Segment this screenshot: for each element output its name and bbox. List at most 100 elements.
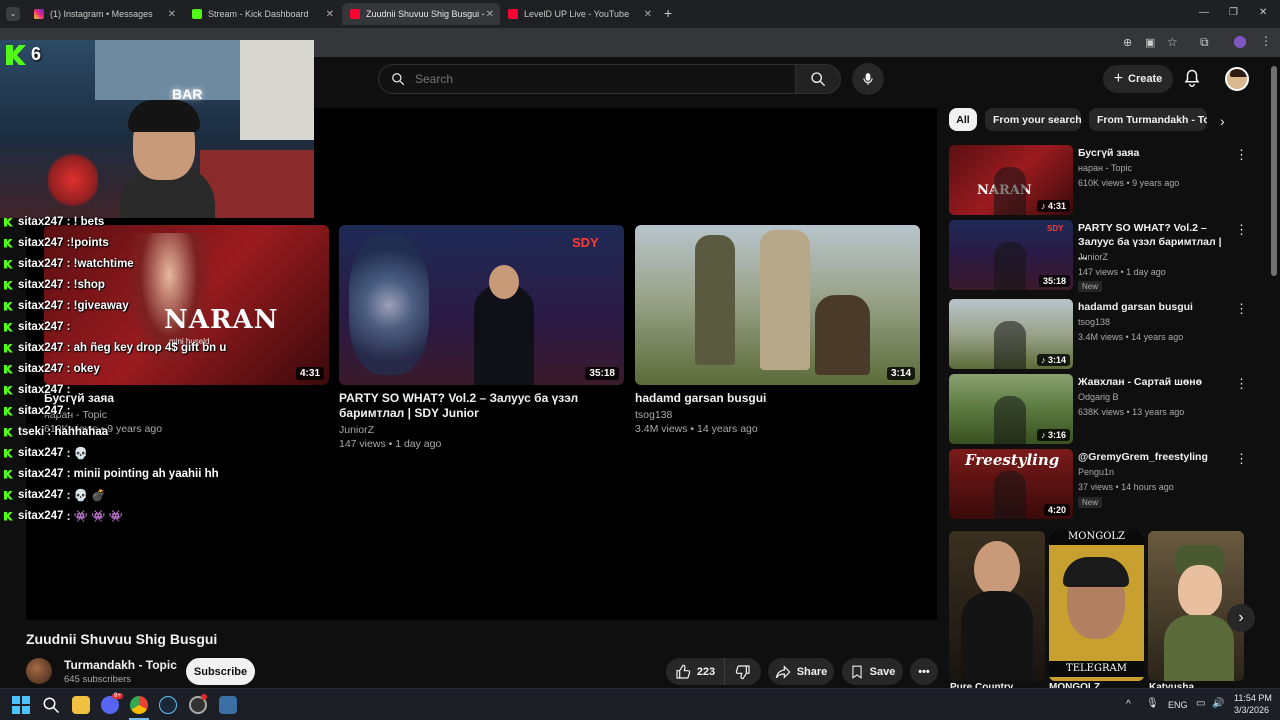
recommendation-title[interactable]: Жавхлан - Сартай шөнө xyxy=(1078,375,1228,389)
chat-username: sitax247 xyxy=(18,447,64,459)
recommendation-title[interactable]: hadamd garsan busgui xyxy=(1078,300,1228,314)
close-icon[interactable]: ✕ xyxy=(168,9,176,20)
channel-avatar[interactable] xyxy=(26,658,52,684)
tab-kick-dashboard[interactable]: Stream - Kick Dashboard ✕ xyxy=(184,3,340,25)
volume-icon[interactable]: 🔊 xyxy=(1212,698,1224,709)
short-face xyxy=(1178,565,1222,617)
channel-name[interactable]: Turmandakh - Topic xyxy=(64,658,177,672)
profile-icon[interactable] xyxy=(1234,36,1246,48)
menu-icon[interactable]: ⋮ xyxy=(1260,34,1272,48)
video-thumbnail[interactable]: NARAN♪ 4:31 xyxy=(949,145,1073,215)
more-vertical-icon[interactable]: ⋮ xyxy=(1235,301,1248,317)
recommendation-title[interactable]: @GremyGrem_freestyling xyxy=(1078,450,1228,464)
endscreen-title[interactable]: Бусгүй заяа xyxy=(44,391,329,406)
more-vertical-icon[interactable]: ⋮ xyxy=(1235,147,1248,163)
kick-badge-icon xyxy=(4,343,13,353)
page-scrollbar[interactable] xyxy=(1271,66,1277,276)
windows-start-icon[interactable] xyxy=(12,696,30,714)
video-thumbnail[interactable]: SDY 35:18 xyxy=(949,220,1073,290)
recommendation-item[interactable]: NARAN♪ 4:31 Бусгүй заяа наран - Topic 610K … xyxy=(949,145,1249,215)
endscreen-title[interactable]: hadamd garsan busgui xyxy=(635,391,920,406)
endscreen-video-2[interactable]: SDY 35:18 xyxy=(339,225,624,385)
tab-title: Zuudnii Shuvuu Shig Busgui - Y xyxy=(366,9,484,19)
new-tab-button[interactable]: + xyxy=(664,5,672,21)
app-icon[interactable] xyxy=(219,696,237,714)
video-thumbnail[interactable]: Freestyling 4:20 xyxy=(949,449,1073,519)
chip-from-your-search[interactable]: From your search xyxy=(985,108,1081,131)
chip-from-channel[interactable]: From Turmandakh - Top xyxy=(1089,108,1207,131)
chat-text: : minii pointing ah yaahii hh xyxy=(63,468,219,480)
close-icon[interactable]: ✕ xyxy=(326,9,334,20)
video-thumbnail[interactable]: ♪ 3:16 xyxy=(949,374,1073,444)
bookmark-star-icon[interactable]: ☆ xyxy=(1167,35,1178,49)
tab-title: LevelD UP Live - YouTube xyxy=(524,9,630,19)
chat-text: : xyxy=(63,405,74,417)
chat-text: :!points xyxy=(63,237,109,249)
cast-icon[interactable]: ▣ xyxy=(1145,36,1155,49)
chat-text: : !watchtime xyxy=(63,258,134,270)
search-icon[interactable] xyxy=(42,696,60,714)
steam-icon[interactable] xyxy=(159,696,177,714)
chrome-icon[interactable] xyxy=(130,696,148,714)
chat-message: sitax247 : okey xyxy=(4,360,100,378)
search-box[interactable] xyxy=(378,64,795,94)
tab-youtube-video[interactable]: Zuudnii Shuvuu Shig Busgui - Y ✕ xyxy=(342,3,500,25)
close-icon[interactable]: ✕ xyxy=(644,9,652,20)
recommendation-item[interactable]: Freestyling 4:20 @GremyGrem_freestyling Pen… xyxy=(949,449,1249,519)
create-button[interactable]: + Create xyxy=(1103,65,1173,93)
short-card-2[interactable]: MONGOLZ TELEGRAM xyxy=(1049,531,1144,681)
microphone-icon[interactable]: 🎙 xyxy=(1146,698,1159,709)
create-label: Create xyxy=(1128,73,1163,85)
clock-date[interactable]: 3/3/2026 xyxy=(1234,705,1269,715)
close-icon[interactable]: ✕ xyxy=(486,9,494,20)
short-body xyxy=(961,591,1033,681)
tab-instagram[interactable]: (1) Instagram • Messages ✕ xyxy=(26,3,182,25)
short-card-1[interactable] xyxy=(949,531,1045,681)
save-button[interactable]: Save xyxy=(842,658,903,685)
short-card-3[interactable] xyxy=(1148,531,1244,681)
chip-all[interactable]: All xyxy=(949,108,977,131)
recommendation-title[interactable]: Бусгүй заяа xyxy=(1078,146,1228,160)
chat-text: : xyxy=(63,384,74,396)
account-avatar[interactable] xyxy=(1225,67,1249,91)
shorts-next-button[interactable]: › xyxy=(1227,604,1255,632)
language-indicator[interactable]: ENG xyxy=(1168,700,1188,710)
more-vertical-icon[interactable]: ⋮ xyxy=(1235,222,1248,238)
chevron-right-icon[interactable]: › xyxy=(1220,113,1225,129)
recommendation-item[interactable]: ♪ 3:16 Жавхлан - Сартай шөнө Odgarig B 638K… xyxy=(949,374,1249,444)
endscreen-title[interactable]: PARTY SO WHAT? Vol.2 – Залуус ба үзэл ба… xyxy=(339,391,624,421)
video-thumbnail[interactable]: ♪ 3:14 xyxy=(949,299,1073,369)
window-close-icon[interactable]: ✕ xyxy=(1259,7,1267,18)
tab-search-icon[interactable]: ⌄ xyxy=(6,7,20,21)
kick-badge-icon xyxy=(4,469,13,479)
thumbnail-figure xyxy=(994,471,1026,519)
file-explorer-icon[interactable] xyxy=(72,696,90,714)
clock-time[interactable]: 11:54 PM xyxy=(1234,693,1272,703)
share-button[interactable]: Share xyxy=(768,658,834,685)
minimize-icon[interactable]: — xyxy=(1199,7,1209,18)
chevron-up-icon[interactable]: ^ xyxy=(1126,699,1131,710)
endscreen-video-3[interactable]: 3:14 xyxy=(635,225,920,385)
more-actions-button[interactable]: ••• xyxy=(910,658,938,685)
maximize-icon[interactable]: ❐ xyxy=(1229,7,1238,18)
subscribe-button[interactable]: Subscribe xyxy=(186,658,255,685)
more-vertical-icon[interactable]: ⋮ xyxy=(1235,451,1248,467)
recommendation-item[interactable]: ♪ 3:14 hadamd garsan busgui tsog138 3.4M vi… xyxy=(949,299,1249,369)
zoom-icon[interactable]: ⊕ xyxy=(1123,36,1132,49)
recommendation-item[interactable]: SDY 35:18 PARTY SO WHAT? Vol.2 – Залуус ба… xyxy=(949,220,1249,292)
chat-username: sitax247 xyxy=(18,258,64,270)
short-title[interactable]: Katyusha xyxy=(1149,681,1194,688)
like-button[interactable]: 223 xyxy=(666,658,725,685)
search-input[interactable] xyxy=(415,72,775,86)
notifications-button[interactable] xyxy=(1183,68,1201,93)
extensions-icon[interactable]: ⧉ xyxy=(1200,35,1209,50)
chat-text: : 👾 👾 👾 xyxy=(63,511,123,523)
voice-search-button[interactable] xyxy=(852,63,884,95)
network-icon[interactable]: ▭ xyxy=(1196,698,1205,709)
search-button[interactable] xyxy=(795,64,841,94)
short-title[interactable]: MONGOLZ xyxy=(1049,681,1100,688)
dislike-button[interactable] xyxy=(725,658,761,685)
tab-youtube-live[interactable]: LevelD UP Live - YouTube ✕ xyxy=(500,3,658,25)
more-vertical-icon[interactable]: ⋮ xyxy=(1235,376,1248,392)
short-title[interactable]: Pure Country xyxy=(950,681,1013,688)
